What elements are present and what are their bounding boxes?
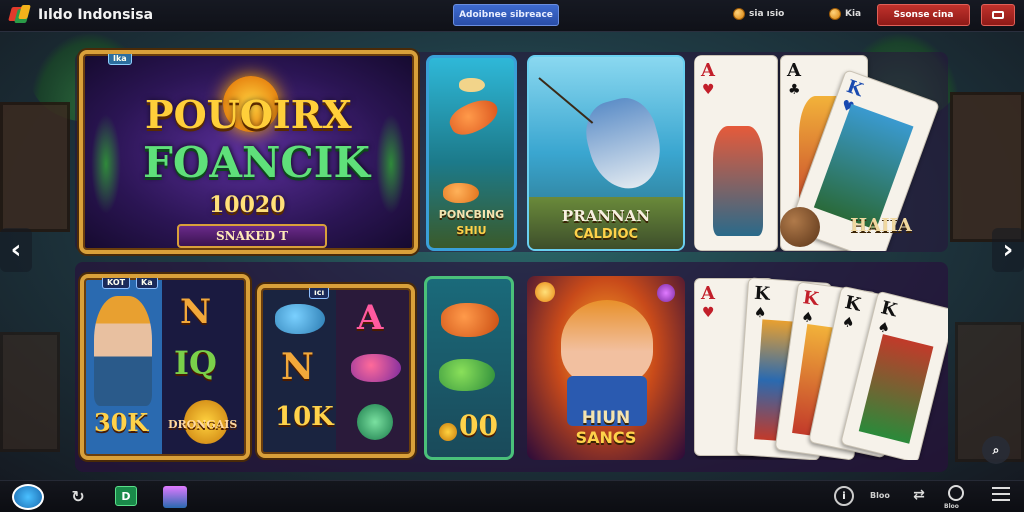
logo[interactable]: Iıldo Indonsisa [8,5,154,25]
fish-icon [443,183,479,203]
banner-play-button[interactable]: SNAKED T [177,224,327,248]
flag-icon [8,5,32,25]
coin-icon [829,8,841,20]
fish-icon [459,78,485,92]
slot-amount: 30K [94,408,149,437]
home-icon[interactable] [12,484,44,510]
fishing-caption-1: PONCBING [438,208,505,221]
card-rank: K [842,291,863,316]
hero-caption-2: SANCS [575,428,637,447]
leaf-decoration [91,114,121,214]
card-rank: A [787,60,801,81]
spade-suit-icon: ♠ [840,313,856,332]
info-icon[interactable]: i [834,486,854,506]
gem-icon [657,284,675,302]
gem-icon [357,404,393,440]
level-stat: Kia [829,8,861,20]
menu-icon[interactable] [992,487,1010,501]
profile-button[interactable] [981,4,1015,26]
slot-badge-2: Ka [136,278,158,289]
card-character [813,103,914,230]
leaf-decoration [376,114,406,214]
share-icon[interactable]: ⇄ [910,486,928,504]
fishing-game-card-2[interactable]: PRANNAN CALDIOC [527,55,685,251]
bottom-bar: ↻ D i Bloo ⇄ Bloo [0,480,1024,512]
refresh-icon[interactable]: ↻ [70,486,86,506]
card-character [858,334,934,444]
fish-icon [439,359,495,391]
hut-decoration [0,102,70,232]
shell-icon [351,354,401,382]
profile-icon [992,11,1004,19]
card-rank: A [701,283,715,304]
level-value: Kia [845,9,862,19]
heart-suit-icon: ♥ [702,82,715,98]
fish-icon [445,93,503,141]
fishing-game-card[interactable]: PONCBING SHIU [426,55,517,251]
card-game-tile[interactable]: A ♥ A ♣ K ♥ HAIIA [694,55,948,251]
banner-title-line1: POUOIRX [145,92,352,137]
bench-decoration [0,332,60,452]
coin-icon [733,8,745,20]
fishing-rod [538,77,594,124]
promo-icon[interactable] [163,486,187,508]
slot-character [94,296,152,406]
card-rank: K [753,282,771,305]
fishing-caption-2: SHIU [456,224,487,237]
slot-symbol-1: A [357,298,384,338]
slot-game-card[interactable]: KOT Ka N IQ 30K DRONGAIS [80,274,250,460]
fish-icon [441,303,499,337]
profile-label: Bloo [944,503,959,510]
next-arrow[interactable]: › [992,228,1024,272]
fishing-2-caption-2: CALDIOC [573,227,639,242]
slot-label: DRONGAIS [168,418,238,431]
fish-slot-card[interactable]: 00 [424,276,514,460]
slot-badge-1: KOT [102,278,131,289]
deposit-button[interactable]: Ssonse cina [877,4,970,26]
featured-game-banner[interactable]: Ika POUOIRX FOANCIK 10020 SNAKED T [79,50,418,254]
balance-value: sia ısio [749,9,785,19]
profile-icon[interactable] [948,485,964,501]
coin-icon [439,423,457,441]
card-game-tile-2[interactable]: A ♥ K ♠ K ♠ K ♠ K ♠ [694,276,948,460]
heart-suit-icon: ♥ [702,305,715,321]
help-button[interactable]: ⌕ [982,436,1010,464]
fish-slot-amount: 00 [459,409,498,442]
logo-text: Iıldo Indonsisa [38,7,154,23]
search-icon: ⌕ [992,442,1000,457]
slot-amount: 10K [275,402,334,432]
club-suit-icon: ♣ [788,82,801,98]
hero-game-card[interactable]: HIUN SANCS [527,276,685,460]
prev-arrow[interactable]: ‹ [0,228,32,272]
slot-game-card-2[interactable]: ıcı A N 10K [257,284,415,458]
card-rank: K [878,297,900,322]
top-bar: Iıldo Indonsisa Adoibnee sibreace sia ıs… [0,0,1024,32]
card-rank: K [801,287,820,311]
shark-character [578,91,670,197]
slot-badge: ıcı [309,288,330,299]
banner-amount: 10020 [209,192,286,218]
bottom-label[interactable]: Bloo [870,491,890,500]
fish-icon [275,304,325,334]
center-action-button[interactable]: Adoibnee sibreace [453,4,559,26]
banner-title-line2: FOANCIK [143,138,370,187]
fishing-2-caption-1: PRANNAN [561,207,651,225]
card-game-caption: HAIIA [850,215,912,236]
banner-badge: Ika [108,54,132,65]
coin-icon [535,282,555,302]
slot-symbol-2: IQ [174,344,217,382]
games-icon[interactable]: D [115,486,137,506]
hero-caption-1: HIUN [581,408,631,428]
card-rank: A [701,60,715,81]
balance-stat: sia ısio [733,8,784,20]
slot-symbol-2: N [281,346,314,388]
hut-decoration [950,92,1024,242]
slot-symbol-1: N [180,292,212,332]
hero-character [561,300,653,386]
